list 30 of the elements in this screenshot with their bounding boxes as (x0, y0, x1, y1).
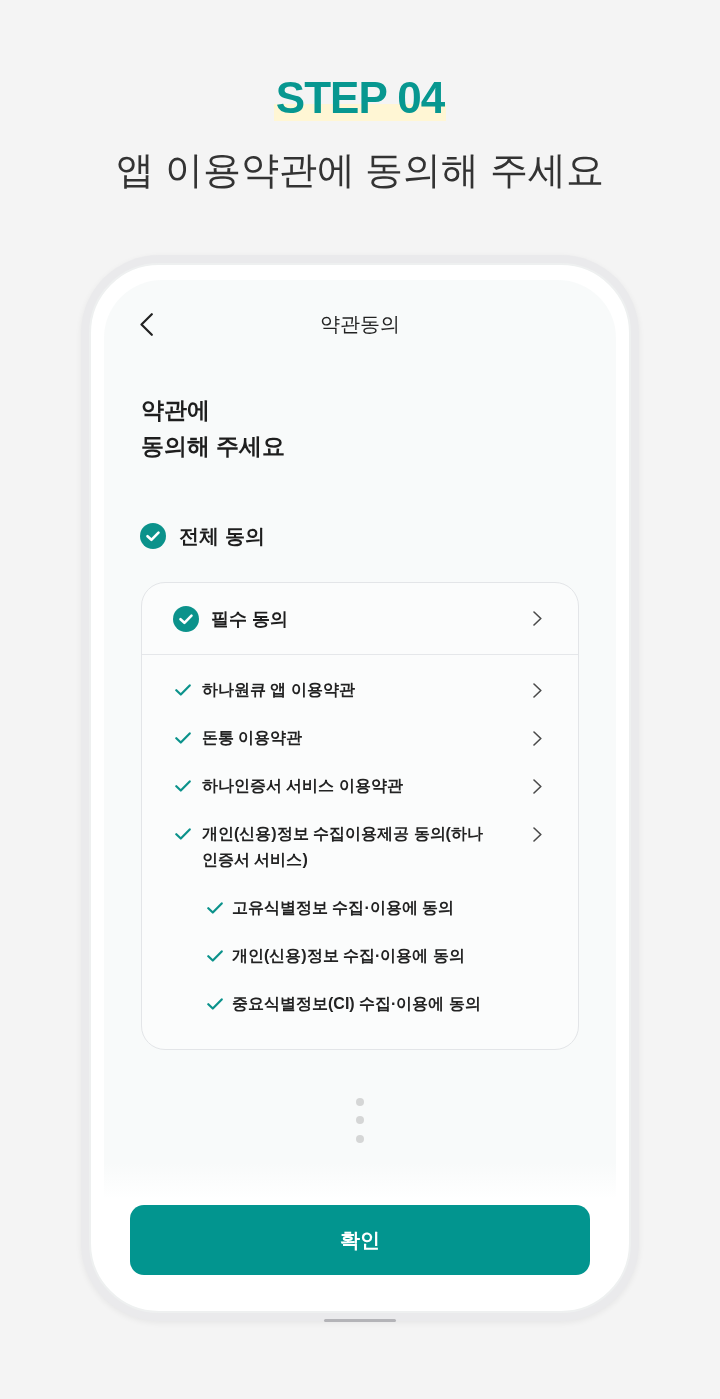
chevron-right-icon[interactable] (533, 682, 542, 698)
confirm-button[interactable]: 확인 (130, 1205, 590, 1275)
agree-all-label[interactable]: 전체 동의 (179, 523, 265, 549)
terms-subitem-label[interactable]: 고유식별정보 수집·이용에 동의 (232, 895, 455, 921)
check-icon[interactable] (207, 950, 223, 962)
chevron-right-icon[interactable] (533, 730, 542, 746)
terms-item-label[interactable]: 돈통 이용약관 (202, 725, 303, 751)
required-agreement-label[interactable]: 필수 동의 (211, 605, 288, 632)
check-icon[interactable] (175, 780, 191, 792)
check-icon[interactable] (175, 732, 191, 744)
chevron-right-icon[interactable] (533, 778, 542, 794)
check-icon[interactable] (207, 902, 223, 914)
terms-item-label[interactable]: 개인(신용)정보 수집이용제공 동의(하나 인증서 서비스) (202, 821, 502, 873)
page-heading: 약관에 동의해 주세요 (141, 396, 286, 461)
terms-item-label[interactable]: 하나인증서 서비스 이용약관 (202, 773, 403, 799)
vertical-ellipsis-icon (356, 1098, 364, 1143)
check-icon[interactable] (207, 998, 223, 1010)
check-icon[interactable] (175, 684, 191, 696)
chevron-right-icon[interactable] (533, 611, 542, 626)
check-circle-icon[interactable] (173, 605, 199, 632)
nav-title: 약관동의 (320, 312, 400, 337)
terms-subitem-label[interactable]: 중요식별정보(CI) 수집·이용에 동의 (232, 991, 481, 1017)
chevron-right-icon[interactable] (533, 826, 542, 842)
check-icon[interactable] (175, 828, 191, 840)
check-circle-icon[interactable] (140, 523, 166, 549)
page-title: 앱 이용약관에 동의해 주세요 (116, 148, 604, 193)
terms-subitem-label[interactable]: 개인(신용)정보 수집·이용에 동의 (232, 943, 465, 969)
home-indicator (324, 1319, 396, 1322)
terms-item-label[interactable]: 하나원큐 앱 이용약관 (202, 677, 355, 703)
back-icon[interactable] (140, 312, 153, 336)
